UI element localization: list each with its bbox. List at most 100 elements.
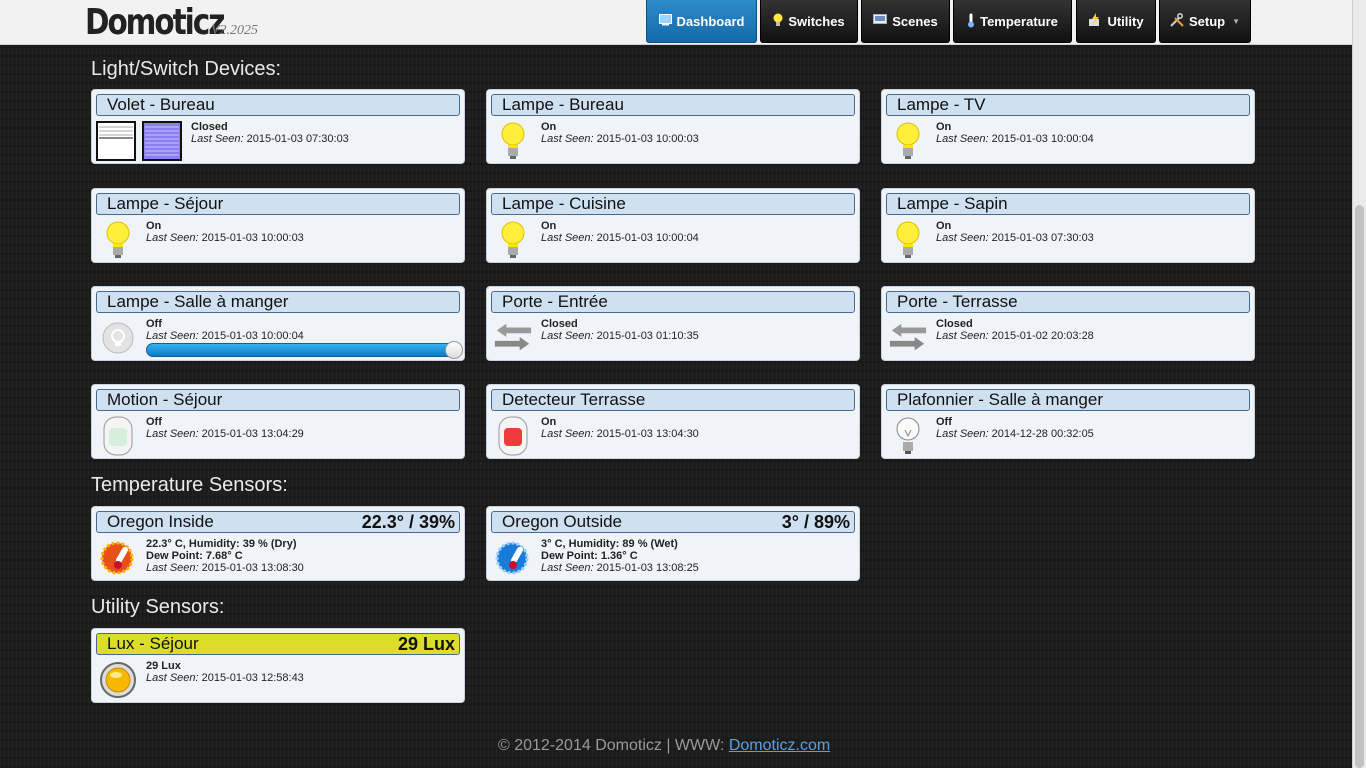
device-card: Volet - Bureau Closed Last Seen: 2015-01… [91, 89, 465, 164]
bulb-on-icon[interactable] [888, 120, 928, 162]
device-status: On [936, 220, 952, 232]
footer-link[interactable]: Domoticz.com [729, 737, 830, 754]
bulb-on-icon[interactable] [98, 219, 138, 261]
lux-icon[interactable] [98, 659, 138, 701]
sensor-info: 3° C, Humidity: 89 % (Wet) Dew Point: 1.… [541, 538, 699, 574]
tab-dashboard[interactable]: Dashboard [646, 0, 757, 43]
temperature-card: Oregon Outside 3° / 89% 3° C, Humidity: … [486, 506, 860, 581]
dimmer-off-icon[interactable] [98, 317, 138, 359]
last-seen: 2015-01-03 10:00:04 [991, 133, 1094, 145]
last-seen: 2015-01-03 13:08:25 [596, 562, 699, 574]
sensor-reading: 3° C, Humidity: 89 % (Wet) [541, 538, 678, 550]
sensor-reading: 22.3° C, Humidity: 39 % (Dry) [146, 538, 297, 550]
scenes-icon [873, 14, 888, 28]
device-card: Porte - Entrée Closed Last Seen: 2015-01… [486, 286, 860, 361]
device-name: Lampe - Bureau [491, 94, 855, 116]
blinds-icon[interactable] [96, 120, 184, 162]
device-status: Off [146, 416, 162, 428]
device-card: Lampe - TV On Last Seen: 2015-01-03 10:0… [881, 89, 1255, 164]
sensor-value: 22.3° / 39% [361, 512, 455, 532]
last-seen: 2014-12-28 00:32:05 [991, 428, 1094, 440]
device-status: Closed [541, 318, 578, 330]
device-info: On Last Seen: 2015-01-03 10:00:03 [146, 220, 304, 244]
device-name: Lampe - Cuisine [491, 193, 855, 215]
device-card: Motion - Séjour Off Last Seen: 2015-01-0… [91, 384, 465, 459]
device-info: Closed Last Seen: 2015-01-03 01:10:35 [541, 318, 699, 342]
device-info: Off Last Seen: 2015-01-03 10:00:04 [146, 318, 304, 342]
motion-off-icon[interactable] [98, 415, 138, 457]
sensor-name: Oregon Inside 22.3° / 39% [96, 511, 460, 533]
device-info: On Last Seen: 2015-01-03 13:04:30 [541, 416, 699, 440]
last-seen: 2015-01-03 07:30:03 [991, 232, 1094, 244]
thermometer-warm-icon[interactable] [98, 537, 138, 579]
device-info: On Last Seen: 2015-01-03 10:00:04 [541, 220, 699, 244]
app-version: V2.2025 [211, 23, 259, 38]
scrollbar-thumb[interactable] [1355, 205, 1364, 768]
device-name: Lampe - Sapin [886, 193, 1250, 215]
device-info: Off Last Seen: 2015-01-03 13:04:29 [146, 416, 304, 440]
last-seen: 2015-01-03 13:04:29 [201, 428, 304, 440]
sensor-name: Lux - Séjour 29 Lux [96, 633, 460, 655]
bulb-on-icon[interactable] [888, 219, 928, 261]
sensor-info: 29 Lux Last Seen: 2015-01-03 12:58:43 [146, 660, 304, 684]
device-status: On [541, 121, 557, 133]
utility-icon [1088, 13, 1102, 29]
bulb-on-icon[interactable] [493, 120, 533, 162]
device-info: On Last Seen: 2015-01-03 10:00:03 [541, 121, 699, 145]
app-logo[interactable]: Domoticz V2.2025 [85, 2, 258, 43]
sensor-value: 29 Lux [397, 634, 455, 654]
bulb-icon [773, 13, 783, 29]
sensor-reading: 29 Lux [146, 660, 181, 672]
tab-utility[interactable]: Utility [1076, 0, 1156, 43]
device-name: Porte - Terrasse [886, 291, 1250, 313]
dimmer-slider[interactable] [146, 341, 463, 359]
device-status: Off [146, 318, 162, 330]
tab-setup[interactable]: Setup ▼ [1159, 0, 1251, 43]
utility-card: Lux - Séjour 29 Lux 29 Lux Last Seen: 20… [91, 628, 465, 703]
device-info: On Last Seen: 2015-01-03 10:00:04 [936, 121, 1094, 145]
device-status: Closed [191, 121, 228, 133]
last-seen: 2015-01-03 10:00:03 [596, 133, 699, 145]
device-card: Detecteur Terrasse On Last Seen: 2015-01… [486, 384, 860, 459]
door-arrows-icon[interactable] [493, 317, 533, 359]
device-card: Lampe - Salle à manger Off Last Seen: 20… [91, 286, 465, 361]
section-title-temperature: Temperature Sensors: [91, 474, 288, 496]
device-name: Volet - Bureau [96, 94, 460, 116]
tab-switches[interactable]: Switches [760, 0, 858, 43]
device-status: Closed [936, 318, 973, 330]
device-status: On [146, 220, 162, 232]
sensor-value: 3° / 89% [781, 512, 850, 532]
device-card: Lampe - Sapin On Last Seen: 2015-01-03 0… [881, 188, 1255, 263]
page-scrollbar[interactable] [1352, 0, 1366, 768]
footer: © 2012-2014 Domoticz | WWW: Domoticz.com [498, 737, 831, 754]
sensor-name: Oregon Outside 3° / 89% [491, 511, 855, 533]
tab-temperature[interactable]: Temperature [953, 0, 1072, 43]
section-title-switches: Light/Switch Devices: [91, 58, 282, 80]
device-name: Lampe - Séjour [96, 193, 460, 215]
device-card: Lampe - Cuisine On Last Seen: 2015-01-03… [486, 188, 860, 263]
temperature-card: Oregon Inside 22.3° / 39% 22.3° C, Humid… [91, 506, 465, 581]
last-seen: 2015-01-03 13:08:30 [201, 562, 304, 574]
dashboard-icon [658, 14, 672, 28]
sensor-info: 22.3° C, Humidity: 39 % (Dry) Dew Point:… [146, 538, 304, 574]
last-seen: 2015-01-03 12:58:43 [201, 672, 304, 684]
device-name: Detecteur Terrasse [491, 389, 855, 411]
bulb-on-icon[interactable] [493, 219, 533, 261]
app-name: Domoticz [85, 2, 225, 43]
device-info: On Last Seen: 2015-01-03 07:30:03 [936, 220, 1094, 244]
thermometer-cold-icon[interactable] [493, 537, 533, 579]
last-seen: 2015-01-03 10:00:04 [201, 330, 304, 342]
device-status: On [541, 416, 557, 428]
top-navbar: Domoticz V2.2025 Dashboard Switches Scen… [0, 0, 1352, 45]
bulb-off-icon[interactable] [888, 415, 928, 457]
device-info: Closed Last Seen: 2015-01-02 20:03:28 [936, 318, 1094, 342]
last-seen: 2015-01-03 07:30:03 [246, 133, 349, 145]
device-card: Plafonnier - Salle à manger Off Last See… [881, 384, 1255, 459]
device-name: Lampe - Salle à manger [96, 291, 460, 313]
device-name: Plafonnier - Salle à manger [886, 389, 1250, 411]
slider-handle[interactable] [445, 341, 463, 359]
door-arrows-icon[interactable] [888, 317, 928, 359]
last-seen: 2015-01-03 13:04:30 [596, 428, 699, 440]
motion-on-icon[interactable] [493, 415, 533, 457]
tab-scenes[interactable]: Scenes [861, 0, 950, 43]
